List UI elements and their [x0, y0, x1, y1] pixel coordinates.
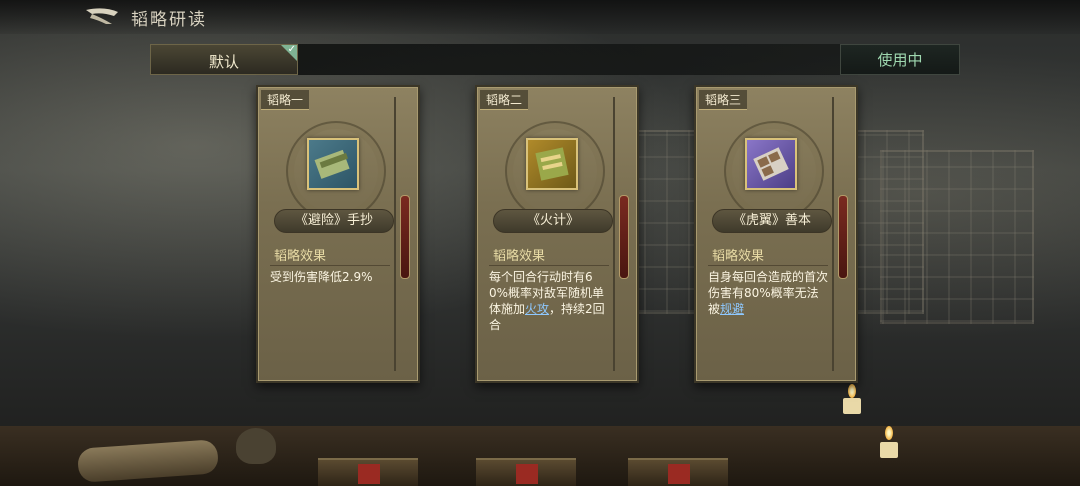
flame-icon: [848, 384, 856, 398]
divider: [708, 265, 828, 266]
card-slot-tag: 韬略三: [699, 90, 748, 110]
card-slot-tag: 韬略一: [261, 90, 310, 110]
strategy-card-1[interactable]: 韬略一 《避险》手抄 韬略效果 受到伤害降低2.9%: [256, 85, 420, 383]
background-book: [628, 458, 728, 486]
loadout-tab-bar: 默认 ✓ 使用中: [150, 44, 960, 75]
fire-scroll-icon[interactable]: [526, 138, 578, 190]
candle-icon: [880, 442, 898, 458]
card-slot-tag: 韬略二: [480, 90, 529, 110]
back-button[interactable]: [84, 6, 122, 28]
effect-title: 韬略效果: [493, 249, 546, 264]
card-scroll-knob: [400, 195, 410, 279]
card-name: 《虎翼》善本: [712, 209, 832, 233]
card-scroll-knob: [838, 195, 848, 279]
strategy-card-3[interactable]: 韬略三 《虎翼》善本 韬略效果 自身每回合造成的首次伤害有80%概率无法被规避: [694, 85, 858, 383]
effect-text: 受到伤害降低2.9%: [270, 270, 373, 284]
selected-check-icon: ✓: [281, 44, 297, 61]
divider: [270, 265, 390, 266]
back-arrow-icon: [86, 8, 118, 24]
flame-icon: [885, 426, 893, 440]
card-scroll-knob: [619, 195, 629, 279]
effect-title: 韬略效果: [274, 249, 327, 264]
tab-default-label: 默认: [208, 53, 239, 71]
tab-default[interactable]: 默认 ✓: [150, 44, 298, 75]
card-name: 《火计》: [493, 209, 613, 233]
background-book: [318, 458, 418, 486]
keyword-link[interactable]: 火攻: [525, 302, 549, 316]
header-bar: 韬略研读: [0, 0, 1080, 34]
strategy-card-2[interactable]: 韬略二 《火计》 韬略效果 每个回合行动时有60%概率对敌军随机单体施加火攻，持…: [475, 85, 639, 383]
page-title: 韬略研读: [131, 10, 207, 30]
keyword-link[interactable]: 规避: [720, 302, 744, 316]
book-scroll-icon[interactable]: [307, 138, 359, 190]
candle-icon: [843, 398, 861, 414]
divider: [489, 265, 609, 266]
background-window: [880, 150, 1034, 324]
in-use-status: 使用中: [840, 44, 960, 75]
card-name: 《避险》手抄: [274, 209, 394, 233]
effect-text: 每个回合行动时有60%概率对敌军随机单体施加火攻，持续2回合: [489, 269, 609, 333]
background-censer: [236, 428, 276, 464]
effect-text: 自身每回合造成的首次伤害有80%概率无法被规避: [708, 269, 828, 317]
effect-title: 韬略效果: [712, 249, 765, 264]
background-book: [476, 458, 576, 486]
tiger-book-icon[interactable]: [745, 138, 797, 190]
